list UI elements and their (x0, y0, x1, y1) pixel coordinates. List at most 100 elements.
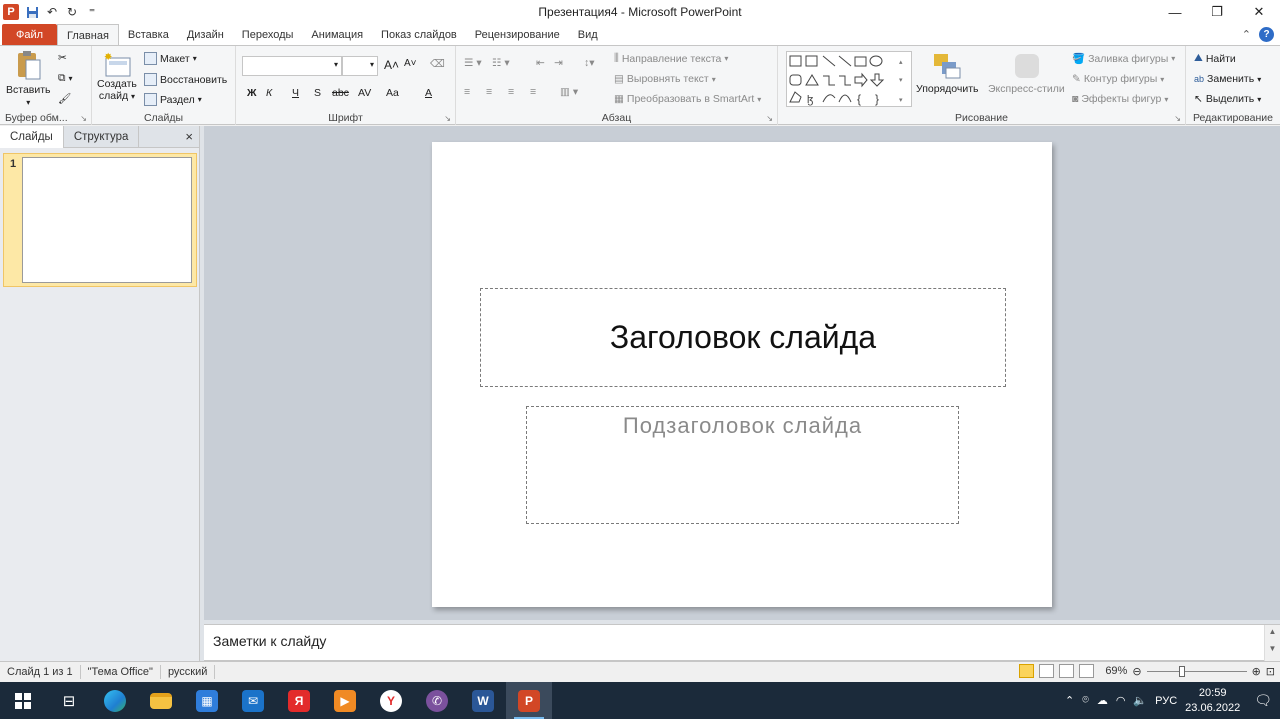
yandex-icon[interactable]: Я (276, 682, 322, 719)
bold-button[interactable]: Ж (247, 87, 257, 99)
align-text-button[interactable]: ▤ Выровнять текст ▾ (614, 73, 716, 85)
notifications-icon[interactable]: 🗨 (1254, 692, 1272, 709)
underline-button[interactable]: Ч (292, 87, 299, 99)
italic-button[interactable]: К (266, 87, 272, 99)
dialog-launcher-icon[interactable]: ↘ (1174, 114, 1181, 123)
file-explorer-icon[interactable] (138, 682, 184, 719)
store-icon[interactable]: ▦ (184, 682, 230, 719)
save-icon[interactable] (25, 5, 39, 19)
tray-expand-icon[interactable]: ⌃ (1065, 694, 1074, 707)
notes-scrollbar[interactable]: ▲ ▼ (1264, 625, 1280, 662)
character-spacing-button[interactable]: AV (358, 87, 371, 99)
shadow-button[interactable]: S (314, 87, 321, 99)
fit-to-window-icon[interactable]: ⊡ (1266, 665, 1275, 678)
zoom-slider-thumb[interactable] (1178, 665, 1185, 677)
zoom-out-icon[interactable]: ⊖ (1132, 665, 1141, 678)
find-button[interactable]: ⛰ Найти (1194, 52, 1236, 65)
cut-icon[interactable]: ✂ (58, 52, 67, 64)
undo-icon[interactable]: ↶ (45, 5, 59, 19)
input-language[interactable]: РУС (1155, 695, 1177, 707)
tab-view[interactable]: Вид (569, 24, 607, 46)
dialog-launcher-icon[interactable]: ↘ (444, 114, 451, 123)
tab-insert[interactable]: Вставка (119, 24, 178, 46)
title-placeholder[interactable]: Заголовок слайда (480, 288, 1006, 387)
font-size-select[interactable]: ▾ (342, 56, 378, 76)
change-case-button[interactable]: Aa (386, 87, 399, 99)
tab-transitions[interactable]: Переходы (233, 24, 303, 46)
shrink-font-icon[interactable]: A˅ (404, 58, 417, 69)
collapse-ribbon-icon[interactable]: ⌃ (1242, 28, 1251, 41)
notes-pane[interactable]: Заметки к слайду ▲ ▼ (204, 624, 1280, 662)
tab-review[interactable]: Рецензирование (466, 24, 569, 46)
reset-button[interactable]: Восстановить (144, 73, 227, 86)
shape-outline-button[interactable]: ✎ Контур фигуры ▾ (1072, 73, 1164, 85)
restore-icon[interactable]: ❐ (1196, 0, 1238, 24)
viber-icon[interactable]: ✆ (414, 682, 460, 719)
new-slide-button[interactable]: ✸ Создать слайд ▾ (97, 52, 137, 102)
arrange-button[interactable]: Упорядочить (916, 52, 978, 95)
powerpoint-taskbar-icon[interactable]: P (506, 682, 552, 719)
slide-sorter-icon[interactable] (1039, 664, 1055, 678)
help-icon[interactable]: ? (1259, 27, 1274, 42)
tab-design[interactable]: Дизайн (178, 24, 233, 46)
convert-smartart-button[interactable]: ▦ Преобразовать в SmartArt ▾ (614, 93, 761, 105)
yandex-browser-icon[interactable]: Y (368, 682, 414, 719)
tab-slideshow[interactable]: Показ слайдов (372, 24, 466, 46)
tab-file[interactable]: Файл (2, 24, 58, 46)
line-spacing-icon[interactable]: ↕▾ (584, 57, 595, 69)
media-player-icon[interactable]: ▶ (322, 682, 368, 719)
tab-slides[interactable]: Слайды (0, 126, 64, 148)
powerpoint-logo-icon[interactable]: P (3, 4, 19, 20)
slide-thumbnail[interactable] (22, 157, 192, 283)
close-pane-icon[interactable]: × (185, 129, 193, 144)
increase-indent-icon[interactable]: ⇥ (554, 57, 563, 69)
volume-icon[interactable]: 🔈 (1133, 694, 1147, 707)
windows-start-icon[interactable] (0, 682, 46, 719)
slide-thumbnail-selected[interactable]: 1 (3, 153, 197, 287)
edge-icon[interactable] (92, 682, 138, 719)
tab-home[interactable]: Главная (57, 24, 119, 46)
section-button[interactable]: Раздел ▾ (144, 93, 202, 106)
format-painter-icon[interactable]: 🖌 (58, 92, 71, 105)
word-icon[interactable]: W (460, 682, 506, 719)
align-center-icon[interactable]: ≡ (486, 86, 492, 98)
replace-button[interactable]: ab Заменить ▾ (1194, 73, 1261, 85)
subtitle-placeholder[interactable]: Подзаголовок слайда (526, 406, 959, 524)
font-family-select[interactable]: ▾ (242, 56, 342, 76)
scroll-down-icon[interactable]: ▼ (1265, 644, 1280, 653)
language-indicator[interactable]: русский (161, 665, 216, 679)
text-direction-button[interactable]: ⫼ Направление текста ▾ (614, 52, 728, 65)
zoom-in-icon[interactable]: ⊕ (1252, 665, 1261, 678)
clock[interactable]: 20:59 23.06.2022 (1185, 686, 1240, 716)
minimize-icon[interactable]: — (1154, 0, 1196, 24)
close-icon[interactable]: ✕ (1238, 0, 1280, 24)
select-button[interactable]: ↖ Выделить ▾ (1194, 93, 1261, 105)
layout-button[interactable]: Макет ▾ (144, 52, 197, 65)
dialog-launcher-icon[interactable]: ↘ (80, 114, 87, 123)
grow-font-icon[interactable]: A˄ (384, 58, 399, 72)
task-view-icon[interactable]: ⊟ (46, 682, 92, 719)
shape-effects-button[interactable]: ◙ Эффекты фигур ▾ (1072, 93, 1168, 105)
copy-icon[interactable]: ⧉ ▾ (58, 72, 73, 85)
shapes-gallery[interactable]: ɮ { } ▴ ▾ ▾ (786, 51, 912, 107)
meet-now-icon[interactable]: ⌾ (1082, 694, 1089, 707)
zoom-level[interactable]: 69% (1105, 665, 1127, 677)
shape-fill-button[interactable]: 🪣 Заливка фигуры ▾ (1072, 52, 1175, 66)
numbering-icon[interactable]: ☷ ▾ (492, 57, 510, 69)
decrease-indent-icon[interactable]: ⇤ (536, 57, 545, 69)
mail-icon[interactable]: ✉ (230, 682, 276, 719)
slideshow-view-icon[interactable] (1079, 664, 1095, 678)
font-color-button[interactable]: A (425, 87, 432, 99)
slide-canvas[interactable]: Заголовок слайда Подзаголовок слайда (432, 142, 1052, 607)
justify-icon[interactable]: ≡ (530, 86, 536, 98)
tab-outline[interactable]: Структура (64, 126, 140, 148)
customize-quick-access-icon[interactable]: ⁼ (85, 5, 99, 19)
zoom-slider[interactable] (1146, 665, 1247, 677)
reading-view-icon[interactable] (1059, 664, 1075, 678)
onedrive-icon[interactable]: ☁ (1097, 694, 1108, 707)
scroll-up-icon[interactable]: ▲ (1265, 627, 1280, 636)
align-right-icon[interactable]: ≡ (508, 86, 514, 98)
clear-format-icon[interactable]: ⌫ (430, 58, 445, 70)
normal-view-icon[interactable] (1019, 664, 1035, 678)
quick-styles-button[interactable]: Экспресс-стили (988, 52, 1065, 95)
